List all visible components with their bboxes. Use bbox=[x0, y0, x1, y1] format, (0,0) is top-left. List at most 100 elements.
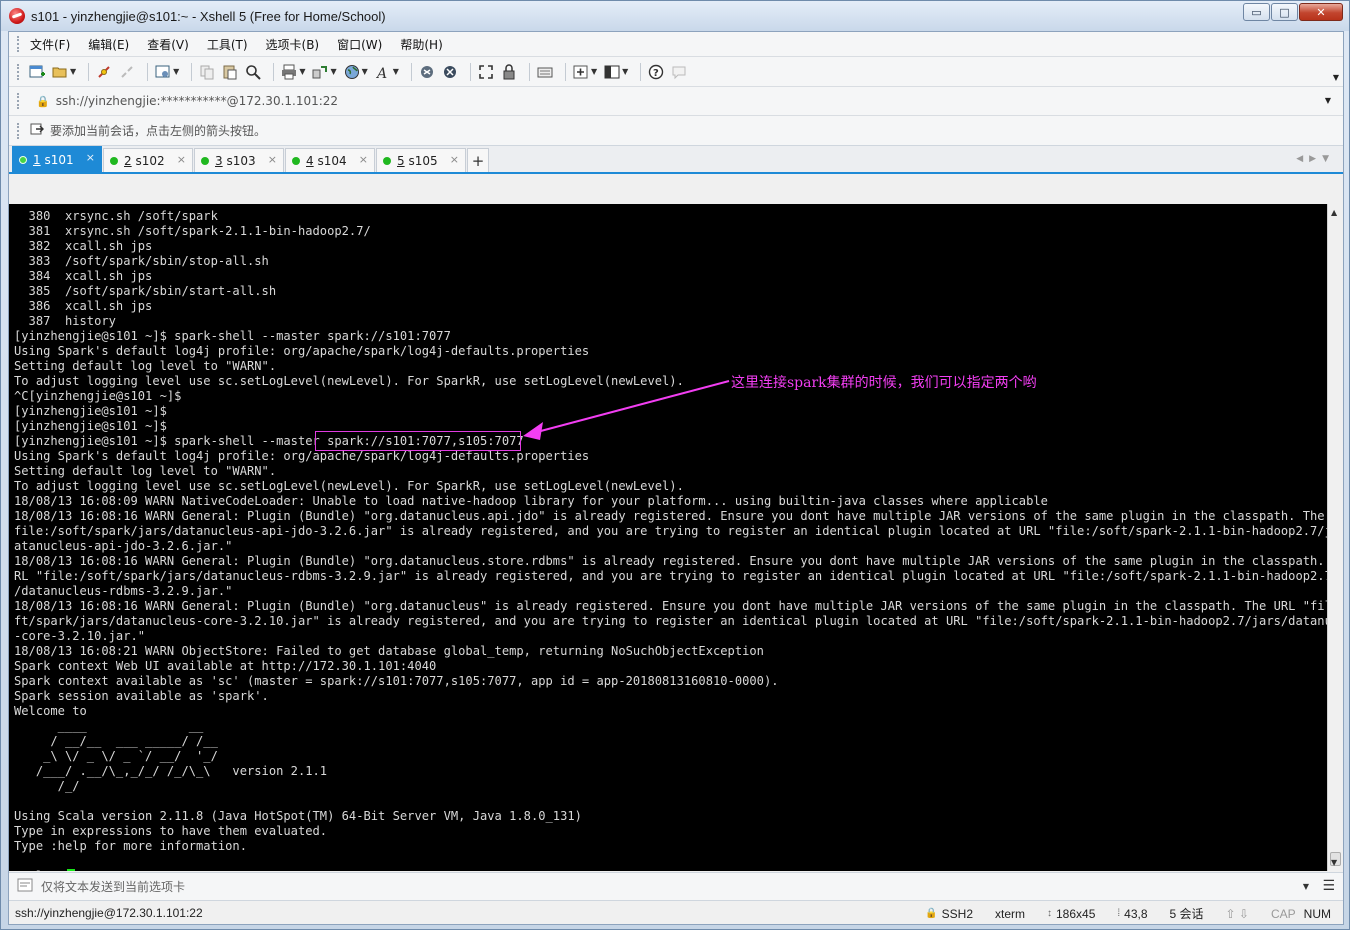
add-session-arrow-icon[interactable] bbox=[30, 122, 44, 139]
compose-bar[interactable]: 仅将文本发送到当前选项卡 ▼ ☰ bbox=[9, 872, 1343, 900]
xshell-app-icon[interactable] bbox=[9, 8, 25, 24]
terminal-line: 383 /soft/spark/sbin/stop-all.sh bbox=[14, 254, 269, 268]
grip-handle[interactable] bbox=[17, 63, 20, 80]
toolbar-separator bbox=[564, 62, 566, 81]
terminal-line: [yinzhengjie@s101 ~]$ bbox=[14, 419, 167, 433]
connected-status-icon bbox=[383, 156, 391, 165]
address-input[interactable]: 🔒 ssh://yinzhengjie:***********@172.30.1… bbox=[32, 91, 1332, 111]
tab-bar: 1 s101 × 2 s102 × 3 s103 × 4 s104 × 5 s1… bbox=[9, 146, 1343, 174]
menu-tools[interactable]: 工具(T) bbox=[205, 34, 250, 55]
scroll-up-icon[interactable]: ▲ bbox=[1331, 208, 1337, 217]
new-session-icon[interactable] bbox=[28, 63, 46, 81]
tab-close-icon[interactable]: × bbox=[359, 153, 368, 166]
title-bar: s101 - yinzhengjie@s101:~ - Xshell 5 (Fr… bbox=[1, 1, 1349, 31]
tab-s104[interactable]: 4 s104 × bbox=[285, 148, 375, 172]
paste-icon[interactable] bbox=[221, 63, 239, 81]
status-sessions: 5 会话 bbox=[1169, 907, 1204, 921]
chevron-down-icon[interactable]: ▼ bbox=[1325, 96, 1331, 105]
tab-s102[interactable]: 2 s102 × bbox=[103, 148, 193, 172]
terminal-line: 380 xrsync.sh /soft/spark bbox=[14, 209, 218, 223]
minimize-button[interactable]: ▭ bbox=[1243, 3, 1270, 21]
properties-icon[interactable] bbox=[154, 63, 172, 81]
menu-window[interactable]: 窗口(W) bbox=[335, 34, 384, 55]
menu-edit[interactable]: 编辑(E) bbox=[86, 34, 131, 55]
terminal-line: -core-3.2.10.jar." bbox=[14, 629, 146, 643]
xftp-icon[interactable] bbox=[418, 63, 436, 81]
menu-view[interactable]: 查看(V) bbox=[145, 34, 191, 55]
terminal-line: Using Spark's default log4j profile: org… bbox=[14, 344, 590, 358]
close-button[interactable]: ✕ bbox=[1299, 3, 1343, 21]
globe-icon[interactable] bbox=[343, 63, 361, 81]
terminal-line: 18/08/13 16:08:09 WARN NativeCodeLoader:… bbox=[14, 494, 1048, 508]
disconnect-icon[interactable] bbox=[118, 63, 136, 81]
font-icon[interactable]: A bbox=[374, 63, 392, 81]
tab-s101[interactable]: 1 s101 × bbox=[12, 146, 102, 172]
toolbar-overflow-icon[interactable]: ▼ bbox=[1333, 73, 1339, 82]
chevron-down-icon[interactable]: ▼ bbox=[330, 67, 336, 76]
chevron-down-icon[interactable]: ▼ bbox=[173, 67, 179, 76]
menu-bar: 文件(F) 编辑(E) 查看(V) 工具(T) 选项卡(B) 窗口(W) 帮助(… bbox=[9, 32, 1343, 57]
address-value: ssh://yinzhengjie:***********@172.30.1.1… bbox=[55, 94, 339, 108]
tab-s105[interactable]: 5 s105 × bbox=[376, 148, 466, 172]
session-nav-icon[interactable]: ⇧ ⇩ bbox=[1226, 907, 1249, 921]
toolbar-separator bbox=[147, 62, 149, 81]
tab-s103[interactable]: 3 s103 × bbox=[194, 148, 284, 172]
menu-help[interactable]: 帮助(H) bbox=[398, 34, 444, 55]
terminal-line: 18/08/13 16:08:16 WARN General: Plugin (… bbox=[14, 599, 1327, 613]
toolbar-separator bbox=[469, 62, 471, 81]
chevron-down-icon[interactable]: ▼ bbox=[362, 67, 368, 76]
terminal-line: RL "file:/soft/spark/jars/datanucleus-rd… bbox=[14, 569, 1327, 583]
scroll-down-icon[interactable]: ▼ bbox=[1331, 858, 1337, 867]
tab-scroll-arrows-icon[interactable]: ◀▶▼ bbox=[1296, 154, 1335, 164]
chat-icon[interactable] bbox=[670, 63, 688, 81]
tab-close-icon[interactable]: × bbox=[268, 153, 277, 166]
lock-icon[interactable] bbox=[500, 63, 518, 81]
keyboard-icon[interactable] bbox=[536, 63, 554, 81]
connect-icon[interactable] bbox=[95, 63, 113, 81]
tab-close-icon[interactable]: × bbox=[450, 153, 459, 166]
chevron-down-icon[interactable]: ▼ bbox=[299, 67, 305, 76]
terminal-line: To adjust logging level use sc.setLogLev… bbox=[14, 479, 684, 493]
terminal-view[interactable]: 380 xrsync.sh /soft/spark 381 xrsync.sh … bbox=[9, 204, 1327, 871]
terminal-line: file:/soft/spark/jars/datanucleus-api-jd… bbox=[14, 524, 1327, 538]
chevron-down-icon[interactable]: ▼ bbox=[1303, 882, 1309, 891]
grip-handle[interactable] bbox=[17, 93, 20, 109]
tab-label: s103 bbox=[226, 153, 256, 168]
tab-label: s105 bbox=[408, 153, 438, 168]
maximize-button[interactable]: □ bbox=[1271, 3, 1298, 21]
chevron-down-icon[interactable]: ▼ bbox=[393, 67, 399, 76]
connected-status-icon bbox=[201, 156, 209, 165]
print-icon[interactable] bbox=[280, 63, 298, 81]
add-icon[interactable] bbox=[572, 63, 590, 81]
tab-close-icon[interactable]: × bbox=[177, 153, 186, 166]
chevron-down-icon[interactable]: ▼ bbox=[622, 67, 628, 76]
copy-icon[interactable] bbox=[198, 63, 216, 81]
chevron-down-icon[interactable]: ▼ bbox=[70, 67, 76, 76]
xmanager-icon[interactable] bbox=[441, 63, 459, 81]
help-icon[interactable]: ? bbox=[647, 63, 665, 81]
tab-close-icon[interactable]: × bbox=[86, 151, 95, 164]
grip-handle[interactable] bbox=[17, 36, 20, 52]
chevron-down-icon[interactable]: ▼ bbox=[591, 67, 597, 76]
terminal-line: Welcome to bbox=[14, 704, 87, 718]
open-folder-icon[interactable] bbox=[51, 63, 69, 81]
grip-handle[interactable] bbox=[17, 122, 20, 139]
layout-icon[interactable] bbox=[603, 63, 621, 81]
new-tab-button[interactable]: + bbox=[467, 148, 489, 172]
status-bar: ssh://yinzhengjie@172.30.1.101:22 🔒 SSH2 … bbox=[9, 900, 1343, 924]
status-cursor: ⁞ 43,8 bbox=[1117, 906, 1148, 921]
menu-file[interactable]: 文件(F) bbox=[28, 34, 72, 55]
transfer-icon[interactable] bbox=[311, 63, 329, 81]
menu-tab[interactable]: 选项卡(B) bbox=[264, 34, 322, 55]
terminal-output: 380 xrsync.sh /soft/spark 381 xrsync.sh … bbox=[14, 209, 1327, 871]
terminal-line: Using Scala version 2.11.8 (Java HotSpot… bbox=[14, 809, 582, 823]
terminal-scrollbar[interactable]: ▲ ▼ bbox=[1327, 204, 1343, 871]
find-icon[interactable] bbox=[244, 63, 262, 81]
menu-icon[interactable]: ☰ bbox=[1322, 878, 1335, 894]
compose-target-text: 仅将文本发送到当前选项卡 bbox=[41, 880, 186, 894]
resize-icon: ↕ bbox=[1047, 908, 1052, 919]
toolbar-separator bbox=[273, 62, 275, 81]
fullscreen-icon[interactable] bbox=[477, 63, 495, 81]
compose-icon[interactable] bbox=[17, 878, 33, 895]
lock-icon: 🔒 bbox=[925, 908, 938, 919]
